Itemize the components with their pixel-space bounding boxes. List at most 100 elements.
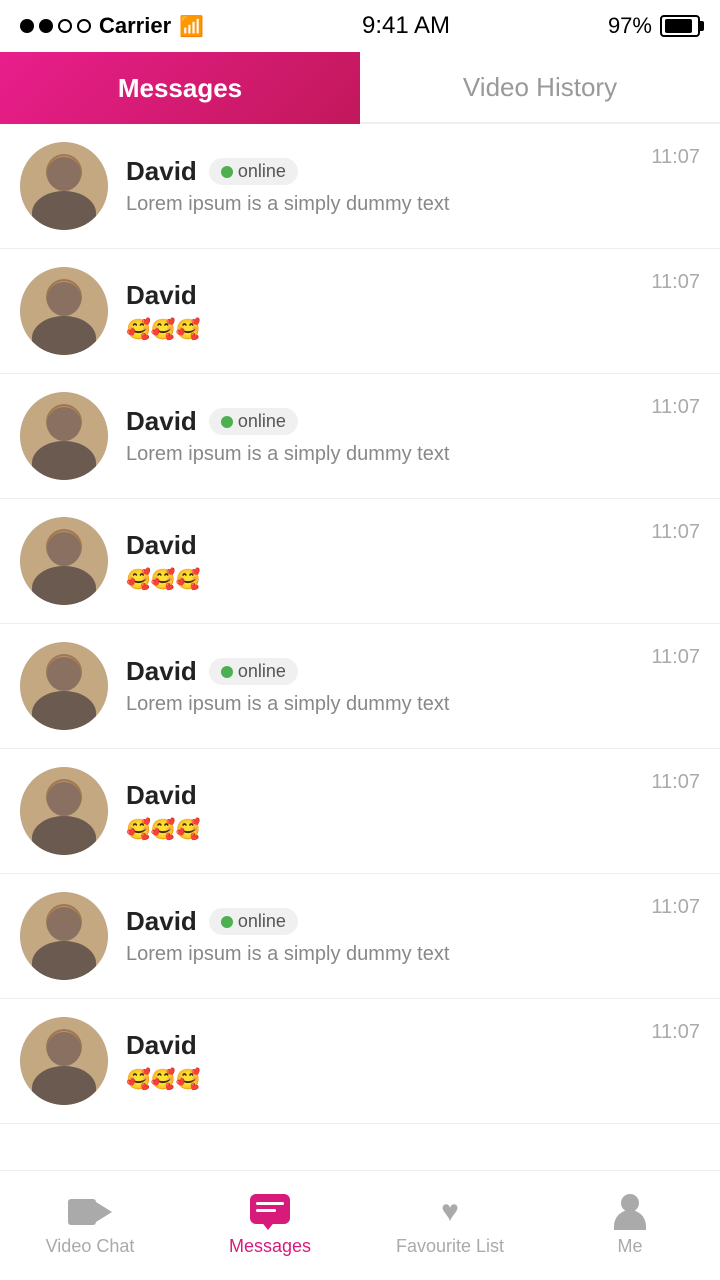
message-item[interactable]: David 🥰🥰🥰 11:07 xyxy=(0,499,720,624)
message-time: 11:07 xyxy=(651,517,700,544)
me-icon-wrapper xyxy=(608,1194,652,1230)
signal-dot-3 xyxy=(58,19,72,33)
sender-name: David xyxy=(126,656,197,687)
message-item[interactable]: David 🥰🥰🥰 11:07 xyxy=(0,749,720,874)
message-content: Davidonline Lorem ipsum is a simply dummy… xyxy=(126,156,633,216)
online-badge: online xyxy=(209,158,298,185)
online-dot xyxy=(221,416,233,428)
avatar xyxy=(20,517,108,605)
message-item[interactable]: Davidonline Lorem ipsum is a simply dummy… xyxy=(0,124,720,249)
wifi-icon: 📶 xyxy=(179,14,204,39)
avatar-image xyxy=(20,642,108,730)
avatar xyxy=(20,642,108,730)
message-header: David online xyxy=(126,906,633,937)
battery-fill xyxy=(665,19,692,33)
online-badge: online xyxy=(209,908,298,935)
online-label: online xyxy=(238,661,286,682)
status-left: Carrier 📶 xyxy=(20,13,204,39)
message-time: 11:07 xyxy=(651,142,700,169)
message-content: David online Lorem ipsum is a simply dummy… xyxy=(126,406,633,466)
avatar-image xyxy=(20,392,108,480)
message-time: 11:07 xyxy=(651,892,700,919)
online-label: online xyxy=(238,911,286,932)
tab-messages[interactable]: Messages xyxy=(0,52,360,124)
message-header: Davidonline xyxy=(126,156,633,187)
signal-dot-4 xyxy=(77,19,91,33)
video-chat-icon xyxy=(68,1194,112,1230)
message-content: David 🥰🥰🥰 xyxy=(126,530,633,592)
tab-bar: Messages Video History xyxy=(0,52,720,124)
avatar-image xyxy=(20,767,108,855)
status-time: 9:41 AM xyxy=(362,12,450,40)
message-time: 11:07 xyxy=(651,1017,700,1044)
message-time: 11:07 xyxy=(651,642,700,669)
nav-messages[interactable]: Messages xyxy=(180,1194,360,1257)
message-item[interactable]: David online Lorem ipsum is a simply dummy… xyxy=(0,874,720,999)
battery-tip xyxy=(700,21,704,31)
online-badge: online xyxy=(209,408,298,435)
status-right: 97% xyxy=(608,13,700,39)
message-preview: Lorem ipsum is a simply dummy text xyxy=(126,693,633,716)
message-item[interactable]: David 🥰🥰🥰 11:07 xyxy=(0,999,720,1124)
message-item[interactable]: David 🥰🥰🥰 11:07 xyxy=(0,249,720,374)
status-bar: Carrier 📶 9:41 AM 97% xyxy=(0,0,720,52)
message-preview: Lorem ipsum is a simply dummy text xyxy=(126,193,633,216)
online-dot xyxy=(221,916,233,928)
message-header: David xyxy=(126,530,633,561)
message-lines xyxy=(256,1202,284,1216)
avatar xyxy=(20,392,108,480)
message-content: David 🥰🥰🥰 xyxy=(126,780,633,842)
avatar-image xyxy=(20,142,108,230)
message-item[interactable]: David online Lorem ipsum is a simply dummy… xyxy=(0,374,720,499)
message-preview: Lorem ipsum is a simply dummy text xyxy=(126,443,633,466)
sender-name: David xyxy=(126,530,197,561)
nav-me[interactable]: Me xyxy=(540,1194,720,1257)
message-header: David online xyxy=(126,656,633,687)
message-header: David xyxy=(126,1030,633,1061)
bottom-nav: Video Chat Messages ♥ Favourite List Me xyxy=(0,1170,720,1280)
favourite-icon-wrapper: ♥ xyxy=(428,1194,472,1230)
online-dot xyxy=(221,666,233,678)
message-content: David online Lorem ipsum is a simply dummy… xyxy=(126,906,633,966)
online-badge: online xyxy=(209,658,298,685)
avatar-image xyxy=(20,267,108,355)
message-preview: 🥰🥰🥰 xyxy=(126,817,633,842)
message-header: David xyxy=(126,280,633,311)
sender-name: David xyxy=(126,406,197,437)
message-preview: 🥰🥰🥰 xyxy=(126,1067,633,1092)
message-content: David online Lorem ipsum is a simply dummy… xyxy=(126,656,633,716)
message-time: 11:07 xyxy=(651,267,700,294)
nav-video-chat-label: Video Chat xyxy=(46,1236,135,1257)
nav-favourite-label: Favourite List xyxy=(396,1236,504,1257)
nav-messages-label: Messages xyxy=(229,1236,311,1257)
message-preview: 🥰🥰🥰 xyxy=(126,317,633,342)
message-preview: 🥰🥰🥰 xyxy=(126,567,633,592)
person-icon xyxy=(614,1194,646,1230)
message-time: 11:07 xyxy=(651,767,700,794)
sender-name: David xyxy=(126,906,197,937)
nav-video-chat[interactable]: Video Chat xyxy=(0,1194,180,1257)
message-list: David online Lorem ipsum is a simply dummy… xyxy=(0,124,720,1234)
online-label: online xyxy=(238,411,286,432)
messages-icon-wrapper xyxy=(248,1194,292,1230)
message-preview: Lorem ipsum is a simply dummy text xyxy=(126,943,633,966)
avatar-image xyxy=(20,892,108,980)
sender-name: David xyxy=(126,280,197,311)
tab-video-history[interactable]: Video History xyxy=(360,52,720,124)
nav-favourite-list[interactable]: ♥ Favourite List xyxy=(360,1194,540,1257)
message-time: 11:07 xyxy=(651,392,700,419)
message-content: David 🥰🥰🥰 xyxy=(126,1030,633,1092)
carrier-label: Carrier xyxy=(99,13,171,39)
message-content: David 🥰🥰🥰 xyxy=(126,280,633,342)
avatar-image xyxy=(20,1017,108,1105)
message-header: David online xyxy=(126,406,633,437)
battery-percent: 97% xyxy=(608,13,652,39)
signal-dot-2 xyxy=(39,19,53,33)
message-header: David xyxy=(126,780,633,811)
message-item[interactable]: David online Lorem ipsum is a simply dummy… xyxy=(0,624,720,749)
signal-dot-1 xyxy=(20,19,34,33)
avatar-image xyxy=(20,517,108,605)
heart-icon: ♥ xyxy=(441,1195,459,1229)
avatar xyxy=(20,767,108,855)
sender-name: David xyxy=(126,1030,197,1061)
